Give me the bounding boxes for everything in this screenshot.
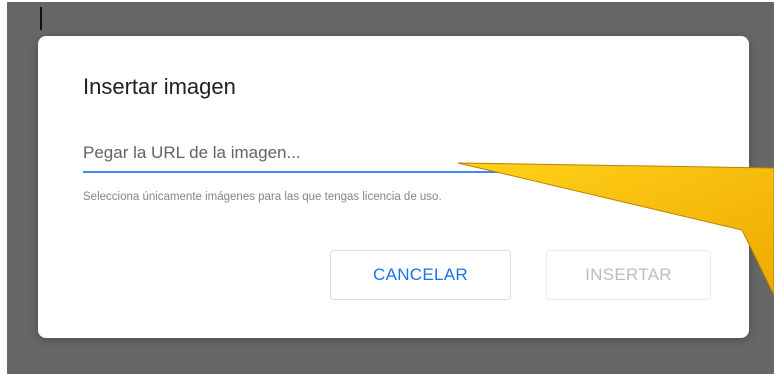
cancel-button[interactable]: CANCELAR bbox=[330, 250, 511, 300]
insert-image-dialog: Insertar imagen Selecciona únicamente im… bbox=[38, 36, 749, 338]
screen: Insertar imagen Selecciona únicamente im… bbox=[0, 0, 774, 374]
license-helper-text: Selecciona únicamente imágenes para las … bbox=[83, 191, 442, 203]
dialog-title: Insertar imagen bbox=[83, 74, 236, 99]
image-url-input[interactable] bbox=[83, 135, 657, 173]
insert-button[interactable]: INSERTAR bbox=[546, 250, 711, 300]
text-cursor bbox=[40, 7, 42, 30]
